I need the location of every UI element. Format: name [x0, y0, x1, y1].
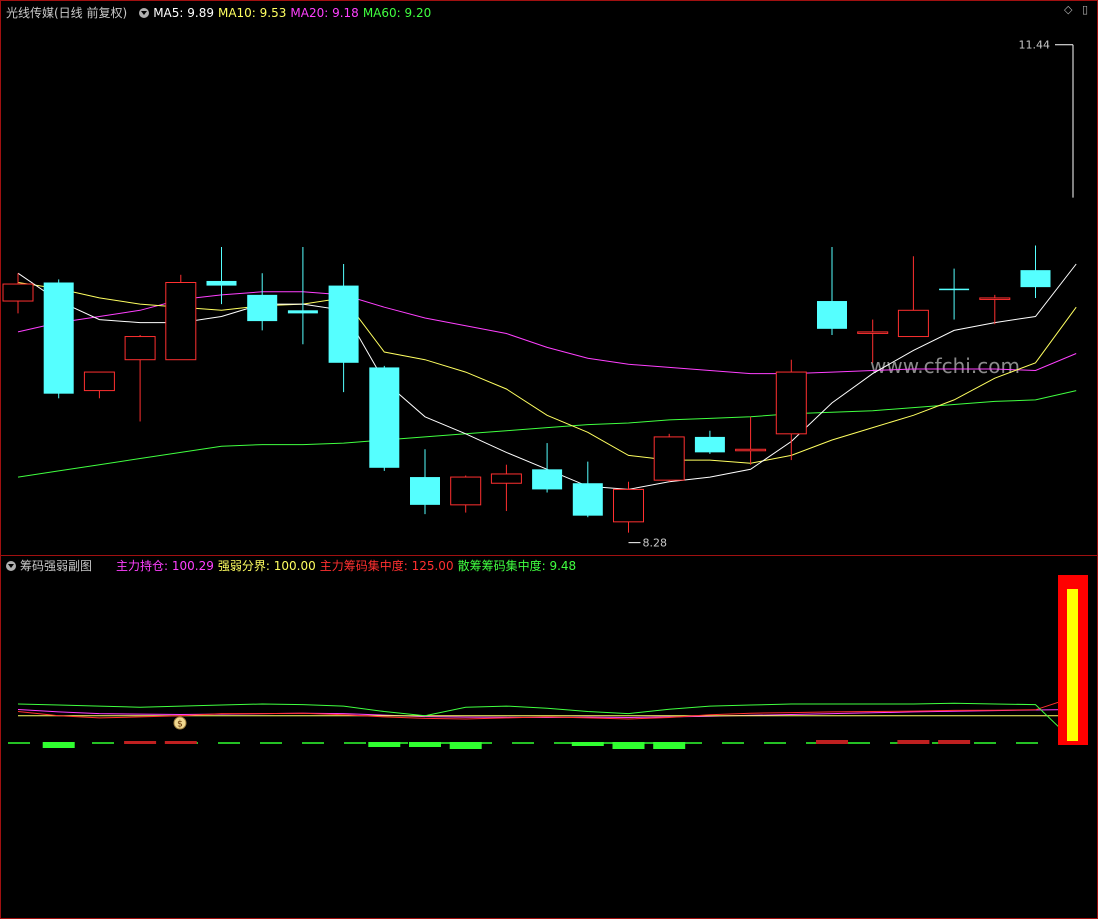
chip-bar	[164, 741, 197, 744]
chart-canvas[interactable]: 11.448.28$$	[0, 0, 1098, 919]
candle-body	[490, 473, 522, 484]
chip-bar	[897, 740, 930, 744]
candle-body	[817, 301, 847, 329]
candle-body	[83, 371, 115, 392]
candle-body	[572, 483, 603, 516]
candle-body	[43, 282, 74, 394]
candle-body	[287, 310, 318, 314]
candle-body	[450, 476, 482, 506]
candle-body	[2, 283, 34, 302]
candle-body	[613, 488, 644, 523]
chip-bar	[124, 741, 157, 744]
candle-body	[979, 297, 1011, 300]
chip-bar	[612, 742, 645, 749]
chip-bar	[449, 742, 482, 749]
candle-body	[410, 477, 440, 505]
chip-bar	[42, 742, 75, 748]
candle-body	[206, 280, 237, 286]
candle-body	[369, 367, 400, 468]
chip-bar	[938, 740, 971, 744]
chip-bar	[409, 742, 441, 747]
candle-body	[939, 288, 970, 291]
chip-bar	[653, 742, 686, 749]
candle-body	[694, 436, 725, 453]
chip-bar	[368, 742, 401, 747]
candle-body	[857, 331, 889, 334]
candle-body	[775, 371, 807, 435]
candle-body	[124, 336, 156, 361]
low-label: 8.28	[643, 537, 668, 550]
candle-body	[328, 285, 359, 363]
chip-bar	[571, 742, 604, 746]
candle-body	[247, 294, 278, 322]
candle-body	[532, 469, 563, 490]
signal-column-inner	[1067, 589, 1078, 741]
candle-body	[1020, 270, 1051, 288]
candle-body	[897, 309, 929, 338]
high-label: 11.44	[1019, 39, 1051, 52]
candle-body	[735, 448, 767, 452]
money-bag-symbol: $	[177, 720, 183, 730]
chip-bar	[816, 740, 848, 744]
candle-body	[165, 282, 197, 361]
candle-body	[653, 436, 685, 481]
